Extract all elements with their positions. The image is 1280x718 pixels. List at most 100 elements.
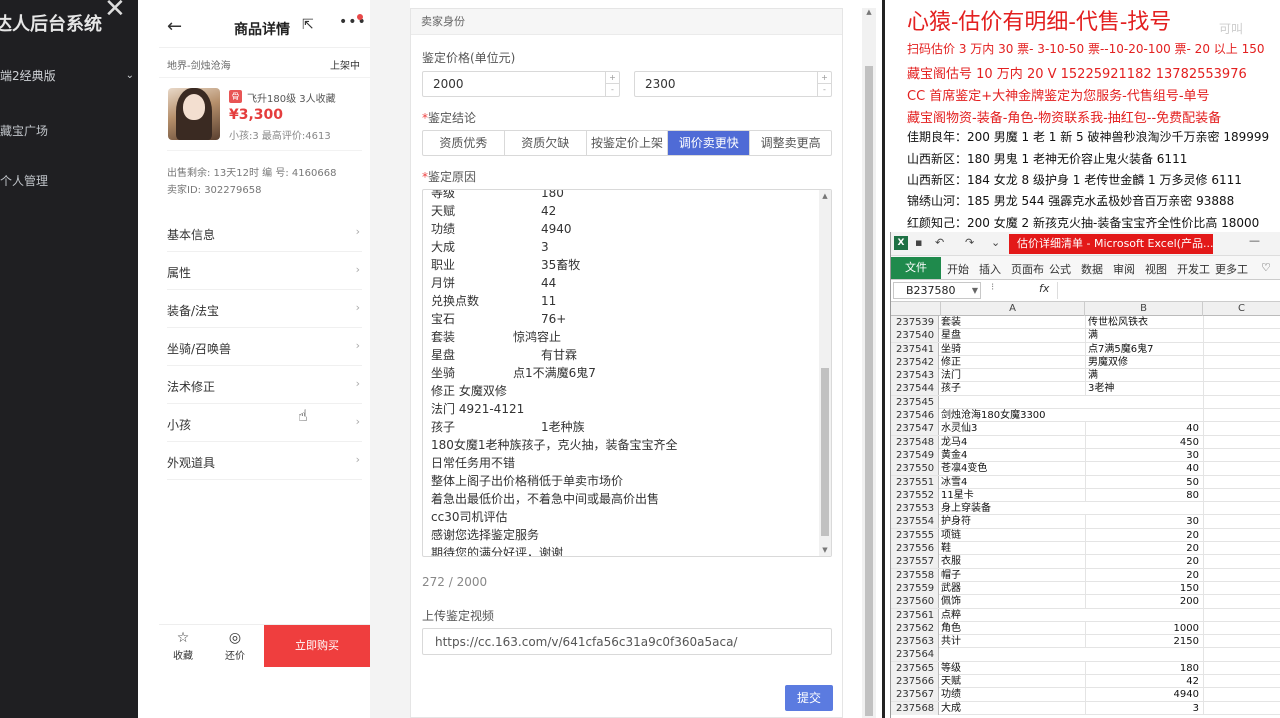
row-number[interactable]: 237548 — [891, 435, 939, 449]
cell-a[interactable]: 龙马4 — [941, 436, 1083, 449]
cell-b[interactable]: 80 — [1085, 488, 1203, 502]
cell-c[interactable] — [1203, 382, 1280, 396]
row-number[interactable]: 237565 — [891, 661, 939, 675]
option-list-at-price[interactable]: 按鉴定价上架 — [587, 131, 669, 155]
row-number[interactable]: 237562 — [891, 621, 939, 635]
cell-b[interactable]: 满 — [1085, 329, 1203, 343]
cell-c[interactable] — [1203, 515, 1280, 529]
buy-now-button[interactable]: 立即购买 — [264, 625, 370, 667]
cell-c[interactable] — [1203, 661, 1280, 675]
menu-attributes[interactable]: 属性 › — [167, 252, 362, 290]
row-number[interactable]: 237563 — [891, 635, 939, 649]
cell-c[interactable] — [1203, 542, 1280, 556]
formula-input[interactable] — [1057, 282, 1280, 299]
ribbon-tab[interactable]: 更多工 — [1215, 261, 1248, 277]
cell-c[interactable] — [1203, 502, 1280, 516]
menu-spell-correction[interactable]: 法术修正 › — [167, 366, 362, 404]
row-number[interactable]: 237543 — [891, 369, 939, 383]
menu-equipment[interactable]: 装备/法宝 › — [167, 290, 362, 328]
cell-b[interactable]: 30 — [1085, 515, 1203, 529]
menu-mount-summon[interactable]: 坐骑/召唤兽 › — [167, 328, 362, 366]
ribbon-tab[interactable]: 审阅 — [1113, 261, 1135, 277]
cell-c[interactable] — [1203, 316, 1280, 329]
cell-c[interactable] — [1203, 701, 1280, 715]
ribbon-tab[interactable]: 开始 — [947, 261, 969, 277]
cell-b[interactable]: 4940 — [1085, 688, 1203, 702]
cell-a[interactable]: 共计 — [941, 635, 1083, 648]
cell-a[interactable]: 套装 — [941, 316, 1083, 329]
cell-a[interactable]: 衣服 — [941, 555, 1083, 568]
ribbon-tab[interactable]: 插入 — [979, 261, 1001, 277]
cell-a[interactable]: 佩饰 — [941, 595, 1083, 608]
option-adjust-faster[interactable]: 调价卖更快 — [668, 131, 751, 155]
file-tab[interactable]: 文件 — [891, 257, 941, 279]
row-number[interactable]: 237559 — [891, 581, 939, 595]
row-number[interactable]: 237556 — [891, 542, 939, 556]
select-all-corner[interactable] — [891, 302, 941, 316]
ribbon-tab[interactable]: 数据 — [1081, 261, 1103, 277]
row-number[interactable]: 237567 — [891, 688, 939, 702]
cell-c[interactable] — [1203, 688, 1280, 702]
close-icon[interactable]: ✕ — [104, 0, 126, 24]
cell-c[interactable] — [1203, 635, 1280, 649]
cell-b[interactable]: 点7满5魔6鬼7 — [1085, 342, 1203, 356]
cell-b[interactable]: 42 — [1085, 675, 1203, 689]
cell-a[interactable]: 天赋 — [941, 675, 1083, 688]
cell-c[interactable] — [1203, 409, 1280, 423]
column-header-b[interactable]: B — [1085, 302, 1203, 316]
textarea-scrollbar[interactable]: ▲ ▼ — [819, 190, 831, 556]
cell-c[interactable] — [1203, 568, 1280, 582]
ribbon-tab[interactable]: 页面布 — [1011, 261, 1044, 277]
option-adjust-higher[interactable]: 调整卖更高 — [750, 131, 831, 155]
cell-b[interactable]: 20 — [1085, 542, 1203, 556]
fx-icon[interactable]: fx — [1039, 282, 1049, 295]
row-number[interactable]: 237552 — [891, 488, 939, 502]
page-scroll-thumb[interactable] — [865, 66, 873, 716]
cell-b[interactable]: 3老神 — [1085, 382, 1203, 396]
cell-c[interactable] — [1203, 581, 1280, 595]
price-max-input[interactable]: 2300 + - — [634, 71, 832, 97]
cell-c[interactable] — [1203, 395, 1280, 409]
minimize-icon[interactable]: — — [1249, 234, 1260, 247]
cell-c[interactable] — [1203, 422, 1280, 436]
cell-a[interactable]: 黄金4 — [941, 449, 1083, 462]
cell-c[interactable] — [1203, 342, 1280, 356]
option-lacking[interactable]: 资质欠缺 — [505, 131, 587, 155]
cell-b[interactable]: 200 — [1085, 595, 1203, 609]
cell-a[interactable]: 武器 — [941, 582, 1083, 595]
share-icon[interactable]: ⇱ — [302, 17, 314, 33]
cell-a[interactable]: 点粹 — [941, 609, 1083, 622]
row-number[interactable]: 237566 — [891, 675, 939, 689]
cell-a[interactable]: 大成 — [941, 702, 1083, 715]
row-number[interactable]: 237549 — [891, 448, 939, 462]
cell-b[interactable]: 150 — [1085, 581, 1203, 595]
cell-a[interactable]: 法门 — [941, 369, 1083, 382]
cell-c[interactable] — [1203, 488, 1280, 502]
row-number[interactable]: 237553 — [891, 502, 939, 516]
video-url-input[interactable]: https://cc.163.com/v/641cfa56c31a9c0f360… — [422, 628, 832, 655]
cell-b[interactable]: 40 — [1085, 462, 1203, 476]
version-selector[interactable]: 端2经典版 ⌄ — [0, 62, 138, 90]
cell-c[interactable] — [1203, 448, 1280, 462]
menu-basic-info[interactable]: 基本信息 › — [167, 214, 362, 252]
row-number[interactable]: 237557 — [891, 555, 939, 569]
column-header-c[interactable]: C — [1203, 302, 1280, 316]
row-number[interactable]: 237551 — [891, 475, 939, 489]
cell-b[interactable]: 50 — [1085, 475, 1203, 489]
cell-b[interactable]: 2150 — [1085, 635, 1203, 649]
cell-c[interactable] — [1203, 435, 1280, 449]
cell-a[interactable]: 角色 — [941, 622, 1083, 635]
row-number[interactable]: 237555 — [891, 528, 939, 542]
cell-b[interactable]: 30 — [1085, 448, 1203, 462]
cell-c[interactable] — [1203, 555, 1280, 569]
back-arrow-icon[interactable]: ← — [167, 16, 182, 37]
cell-a[interactable]: 坐骑 — [941, 343, 1083, 356]
cell-a[interactable]: 帽子 — [941, 569, 1083, 582]
row-number[interactable]: 237540 — [891, 329, 939, 343]
cell-c[interactable] — [1203, 675, 1280, 689]
price-min-stepper[interactable]: + - — [605, 72, 619, 96]
scroll-up-icon[interactable]: ▲ — [862, 8, 876, 16]
cell-b[interactable]: 40 — [1085, 422, 1203, 436]
cell-b[interactable]: 3 — [1085, 701, 1203, 715]
cell-b[interactable]: 450 — [1085, 435, 1203, 449]
